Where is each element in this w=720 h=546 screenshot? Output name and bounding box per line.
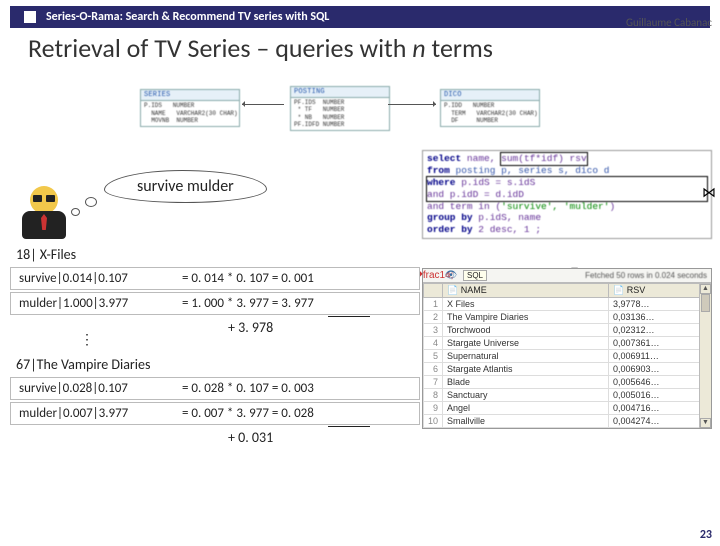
schema-box-dico: DICO P.IDD NUMBER TERM VARCHAR2(30 CHAR)… [440, 89, 540, 127]
avatar [18, 186, 72, 242]
result-table: 📄 NAME 📄 RSV 1X Files3,9778… 2The Vampir… [423, 283, 711, 428]
schema-box-series: SERIES P.IDS NUMBER NAME VARCHAR2(30 CHA… [140, 89, 240, 127]
sql-tab[interactable]: SQL [463, 270, 487, 281]
table-row: 9Angel0,004716… [424, 402, 711, 415]
table-row: 7Blade0,005646… [424, 376, 711, 389]
table-row: 4Stargate Universe0,007361… [424, 337, 711, 350]
calc-row: mulder|1.000|3.977 = 1. 000 * 3. 977 = 3… [10, 292, 420, 315]
vertical-ellipsis-icon: ⋮ [10, 338, 420, 352]
pin-icon[interactable]: �frac14; [427, 270, 439, 281]
schema-box-posting: POSTING PF.IDS NUMBER * TF NUMBER * NB N… [290, 86, 390, 131]
calc-row: mulder|0.007|3.977 = 0. 007 * 3. 977 = 0… [10, 402, 420, 425]
schema-diagram: SERIES P.IDS NUMBER NAME VARCHAR2(30 CHA… [140, 72, 580, 144]
table-row: 6Stargate Atlantis0,006903… [424, 363, 711, 376]
table-row: 5Supernatural0,006911… [424, 350, 711, 363]
calculation-zone: 18| X-Files survive|0.014|0.107 = 0. 014… [10, 246, 420, 448]
slide-title: Retrieval of TV Series – queries with n … [0, 28, 720, 66]
calc-row: survive|0.014|0.107 = 0. 014 * 0. 107 = … [10, 267, 420, 290]
scroll-up-icon[interactable]: ▲ [700, 284, 711, 294]
bullet-icon [24, 11, 36, 23]
scroll-thumb[interactable] [701, 294, 710, 312]
table-row: 3Torchwood0,02312… [424, 324, 711, 337]
table-row: 2The Vampire Diaries0,03136… [424, 311, 711, 324]
author-label: Guillaume Cabanac [626, 16, 712, 29]
sum-row: + 0. 031 [10, 427, 420, 448]
arrow-icon [388, 104, 436, 105]
arrow-icon [242, 104, 284, 105]
view-icon[interactable]: 👁 [445, 270, 457, 281]
series-label: 67|The Vampire Diaries [10, 356, 420, 373]
status-text: Fetched 50 rows in 0.024 seconds [585, 271, 707, 280]
query-result-panel: �frac14; 👁 SQL Fetched 50 rows in 0.024 … [422, 268, 712, 429]
scrollbar[interactable]: ▲ ▼ [699, 284, 711, 428]
calc-row: survive|0.028|0.107 = 0. 028 * 0. 107 = … [10, 377, 420, 400]
sum-row: + 3. 978 [10, 317, 420, 338]
join-icon: ⋈ [702, 184, 716, 201]
table-row: 10Smallville0,004274… [424, 415, 711, 428]
series-label: 18| X-Files [10, 246, 420, 263]
header-title: Series-O-Rama: Search & Recommend TV ser… [46, 10, 329, 24]
header-bar: Series-O-Rama: Search & Recommend TV ser… [10, 6, 710, 28]
table-row: 1X Files3,9778… [424, 298, 711, 311]
scroll-down-icon[interactable]: ▼ [700, 418, 711, 428]
sql-panel: select name, sum(tf*idf) rsv from postin… [422, 150, 712, 239]
table-row: 8Sanctuary0,005016… [424, 389, 711, 402]
thought-bubble: survive mulder [104, 170, 267, 203]
